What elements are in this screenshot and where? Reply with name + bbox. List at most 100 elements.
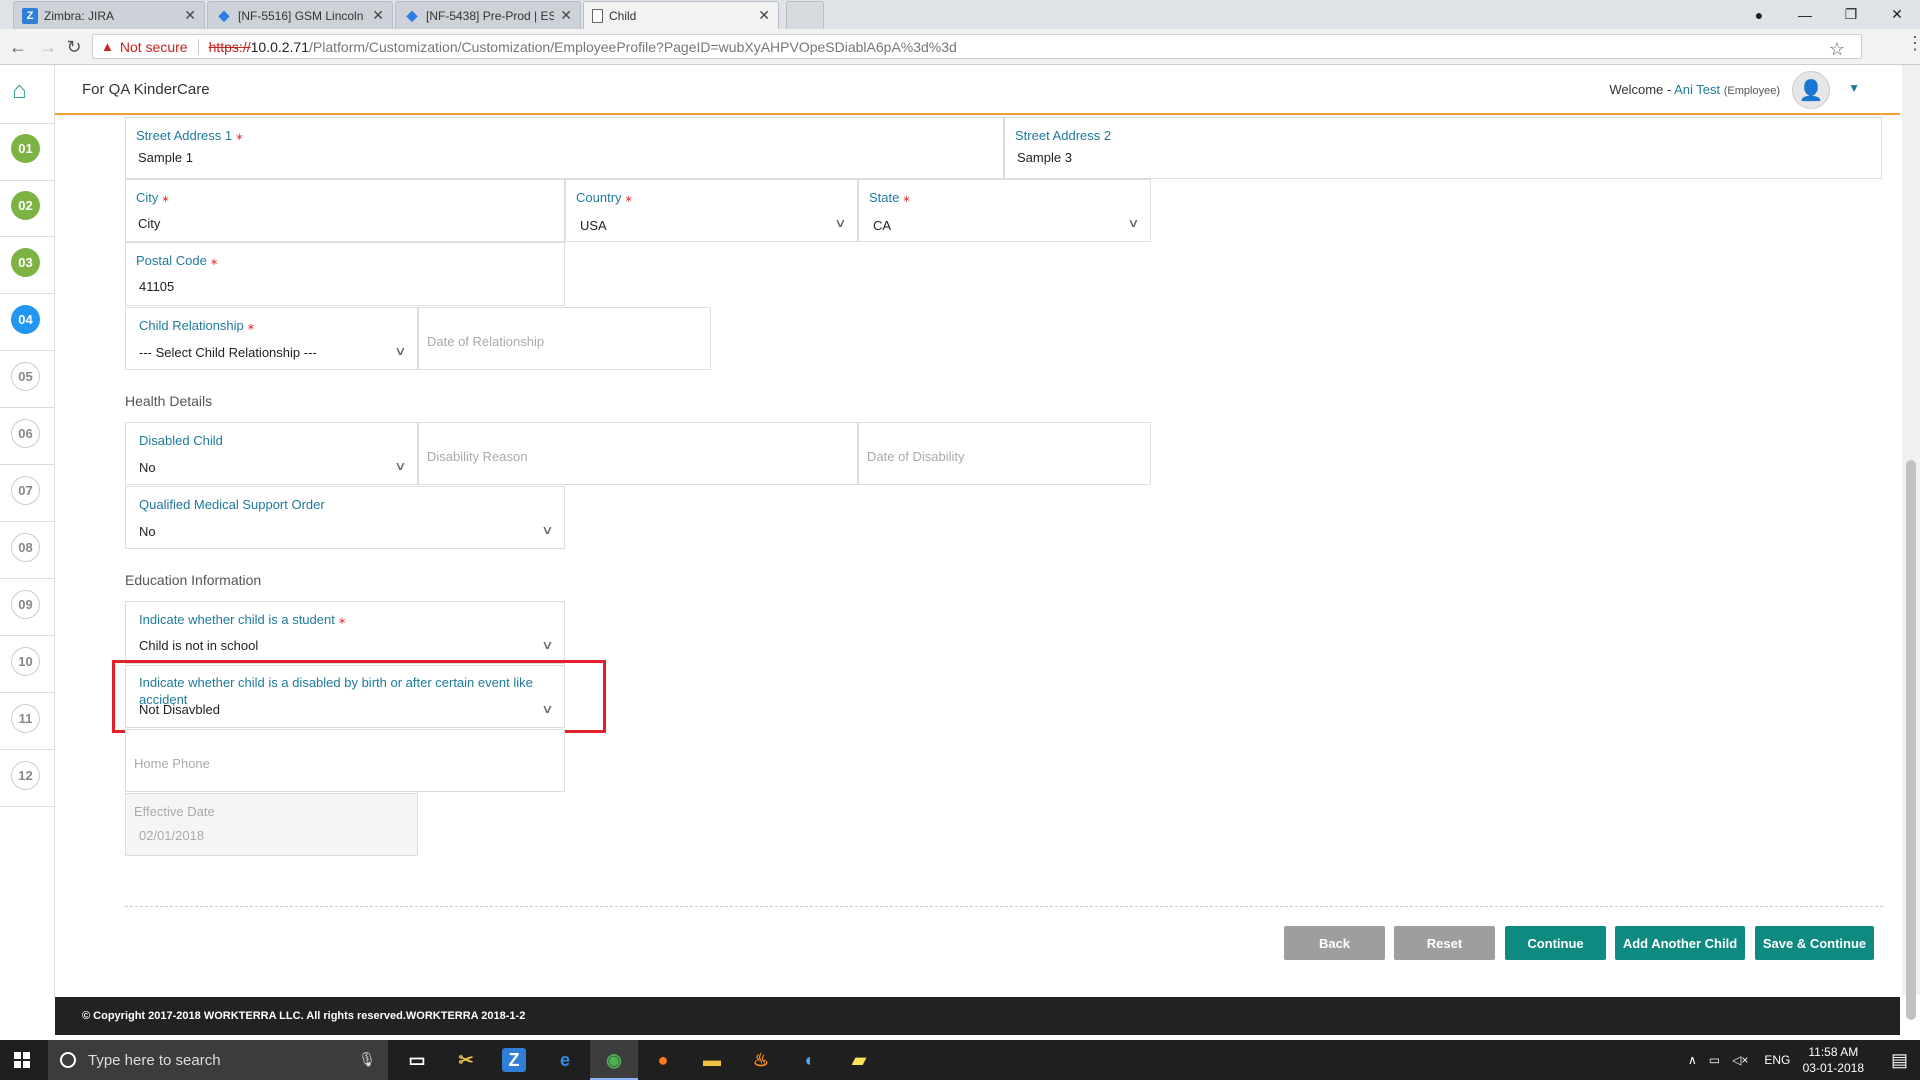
date-of-disability-field[interactable]: Date of Disability	[858, 422, 1151, 485]
forward-arrow-icon[interactable]: →	[36, 35, 60, 59]
scrollbar-thumb[interactable]	[1906, 460, 1916, 1020]
tab-child[interactable]: Child ✕	[583, 1, 779, 29]
home-icon[interactable]: ⌂	[12, 77, 27, 105]
step-10[interactable]: 10	[11, 647, 40, 676]
disability-reason-field[interactable]: Disability Reason	[418, 422, 858, 485]
restore-icon[interactable]: ❐	[1828, 0, 1874, 29]
step-06[interactable]: 06	[11, 419, 40, 448]
zimbra-icon: Z	[22, 7, 38, 24]
chevron-up-icon[interactable]: ∧	[1688, 1053, 1697, 1067]
reload-icon[interactable]: ↻	[62, 35, 86, 59]
date-of-relationship-field[interactable]: Date of Relationship	[418, 307, 711, 370]
save-continue-button[interactable]: Save & Continue	[1755, 926, 1874, 960]
disabled-child-select[interactable]: Disabled Child No ∨	[125, 422, 418, 485]
task-view-icon[interactable]: ▭	[403, 1046, 431, 1074]
tab-nf-5438[interactable]: ◆ [NF-5438] Pre-Prod | ESE ✕	[395, 1, 581, 29]
tab-zimbra-jira[interactable]: Z Zimbra: JIRA ✕	[13, 1, 205, 29]
chevron-down-icon[interactable]: ▼	[1848, 81, 1860, 95]
browser-menu-icon[interactable]: ⋮	[1906, 33, 1920, 54]
divider	[0, 407, 55, 408]
step-07[interactable]: 07	[11, 476, 40, 505]
firefox-icon[interactable]: ●	[649, 1046, 677, 1074]
warning-icon: ▲	[101, 39, 114, 54]
close-window-icon[interactable]: ✕	[1874, 0, 1920, 29]
tab-nf-5516[interactable]: ◆ [NF-5516] GSM Lincoln [ ✕	[207, 1, 393, 29]
page-footer: © Copyright 2017-2018 WORKTERRA LLC. All…	[55, 997, 1900, 1035]
country-select[interactable]: Country ∗ USA ∨	[565, 179, 858, 242]
step-02[interactable]: 02	[11, 191, 40, 220]
close-icon[interactable]: ✕	[758, 7, 770, 24]
address-bar[interactable]: ▲ Not secure https://10.0.2.71/Platform/…	[92, 34, 1862, 59]
chevron-down-icon: ∨	[394, 344, 407, 358]
street-address-1-input[interactable]: Sample 1	[138, 150, 193, 165]
clock-date: 03-01-2018	[1802, 1061, 1864, 1075]
home-phone-field[interactable]: Home Phone	[125, 729, 565, 792]
back-button[interactable]: Back	[1284, 926, 1385, 960]
disabled-child-value: No	[139, 460, 156, 475]
city-field[interactable]: City ∗ City	[125, 179, 565, 242]
profile-icon[interactable]: ●	[1736, 0, 1782, 29]
bird-app-icon[interactable]: ◐	[796, 1046, 824, 1074]
postal-code-input[interactable]: 41105	[139, 279, 174, 294]
street-address-2-input[interactable]: Sample 3	[1017, 150, 1072, 165]
required-marker: ∗	[209, 257, 219, 268]
speaker-muted-icon[interactable]: ◁×	[1732, 1053, 1748, 1067]
state-select[interactable]: State ∗ CA ∨	[858, 179, 1151, 242]
label-text: Child Relationship	[139, 318, 244, 333]
security-label[interactable]: Not secure	[120, 39, 188, 55]
city-input[interactable]: City	[138, 216, 160, 231]
child-relationship-value: --- Select Child Relationship ---	[139, 345, 317, 360]
network-icon[interactable]: ▭	[1709, 1053, 1720, 1067]
minimize-icon[interactable]: —	[1782, 0, 1828, 29]
action-center-icon[interactable]: ▤	[1891, 1050, 1908, 1071]
taskbar-search-box[interactable]: Type here to search 🎙	[48, 1040, 388, 1080]
jira-icon: ◆	[406, 7, 418, 23]
step-09[interactable]: 09	[11, 590, 40, 619]
windows-start-icon[interactable]	[14, 1052, 30, 1068]
step-03[interactable]: 03	[11, 248, 40, 277]
step-05[interactable]: 05	[11, 362, 40, 391]
flame-app-icon[interactable]: ♨	[747, 1046, 775, 1074]
sticky-notes-icon[interactable]: ▰	[845, 1046, 873, 1074]
date-of-disability-input[interactable]: Date of Disability	[867, 449, 965, 464]
child-relationship-select[interactable]: Child Relationship ∗ --- Select Child Rel…	[125, 307, 418, 370]
student-status-select[interactable]: Indicate whether child is a student ∗ Chi…	[125, 601, 565, 664]
close-icon[interactable]: ✕	[560, 7, 572, 24]
copyright-text: © Copyright 2017-2018 WORKTERRA LLC. All…	[82, 1010, 526, 1022]
street-address-1-field[interactable]: Street Address 1 ∗ Sample 1	[125, 117, 1004, 179]
system-tray: ∧ ▭ ◁× ENG	[1688, 1040, 1790, 1080]
zimbra-taskbar-icon[interactable]: Z	[502, 1048, 526, 1072]
separator	[197, 38, 199, 55]
street-address-2-field[interactable]: Street Address 2 Sample 3	[1004, 117, 1882, 179]
file-explorer-icon[interactable]: ▬	[698, 1046, 726, 1074]
welcome-prefix: Welcome -	[1609, 82, 1672, 97]
avatar[interactable]: 👤	[1792, 71, 1830, 109]
tools-icon[interactable]: ✂	[452, 1046, 480, 1074]
new-tab-button[interactable]	[786, 1, 824, 29]
add-another-child-button[interactable]: Add Another Child	[1615, 926, 1745, 960]
step-08[interactable]: 08	[11, 533, 40, 562]
close-icon[interactable]: ✕	[184, 7, 196, 24]
postal-code-field[interactable]: Postal Code ∗ 41105	[125, 242, 565, 306]
step-11[interactable]: 11	[11, 704, 40, 733]
disability-reason-input[interactable]: Disability Reason	[427, 449, 527, 464]
qmso-select[interactable]: Qualified Medical Support Order No ∨	[125, 486, 565, 549]
step-01[interactable]: 01	[11, 134, 40, 163]
close-icon[interactable]: ✕	[372, 7, 384, 24]
reset-button[interactable]: Reset	[1394, 926, 1495, 960]
field-label: Disabled Child	[139, 433, 223, 448]
taskbar-clock[interactable]: 11:58 AM 03-01-2018	[1803, 1044, 1864, 1076]
continue-button[interactable]: Continue	[1505, 926, 1606, 960]
date-of-relationship-input[interactable]: Date of Relationship	[427, 334, 544, 349]
edge-icon[interactable]: e	[551, 1046, 579, 1074]
bookmark-star-icon[interactable]: ☆	[1829, 39, 1845, 60]
home-phone-input[interactable]: Home Phone	[134, 756, 210, 771]
chrome-icon[interactable]: ◉	[600, 1046, 628, 1074]
step-04[interactable]: 04	[11, 305, 40, 334]
field-label: Effective Date	[134, 804, 215, 819]
user-name-link[interactable]: Ani Test	[1674, 82, 1720, 97]
language-indicator[interactable]: ENG	[1764, 1053, 1790, 1067]
back-arrow-icon[interactable]: ←	[6, 35, 30, 59]
step-12[interactable]: 12	[11, 761, 40, 790]
microphone-icon[interactable]: 🎙	[358, 1051, 376, 1068]
